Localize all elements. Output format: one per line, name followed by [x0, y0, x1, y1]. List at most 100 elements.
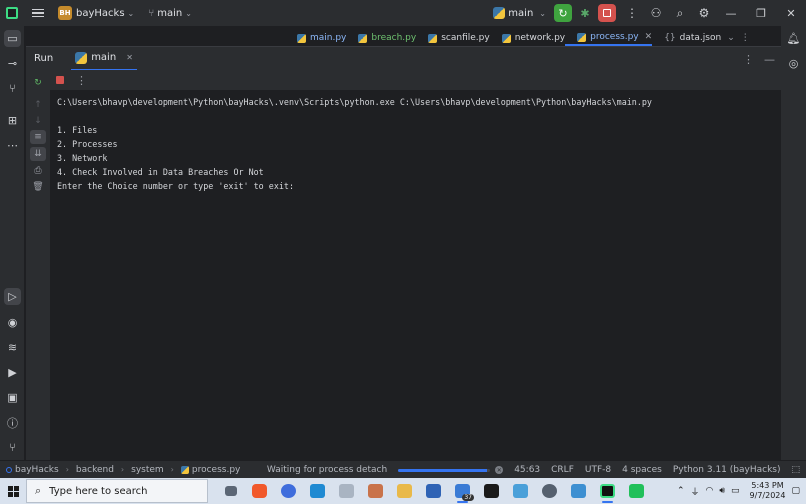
run-toolbar: ⋮: [50, 70, 781, 90]
minimize-window-button[interactable]: —: [716, 7, 746, 20]
python-packages-icon[interactable]: ◉: [4, 314, 21, 331]
cancel-task-icon[interactable]: ✕: [495, 466, 504, 474]
settings-gear-icon[interactable]: [535, 478, 564, 504]
breadcrumb-item[interactable]: bayHacks: [15, 465, 59, 475]
usb-icon[interactable]: ⏚: [690, 485, 699, 498]
remote-app-icon[interactable]: [506, 478, 535, 504]
stop-icon: [603, 9, 611, 17]
notifications-bell-icon[interactable]: 🔔︎: [785, 30, 802, 47]
rerun-icon[interactable]: ↻: [30, 76, 46, 90]
project-badge[interactable]: BH: [58, 6, 72, 20]
console-output[interactable]: C:\Users\bhavp\development\Python\bayHac…: [50, 90, 781, 460]
command-prompt-icon[interactable]: [477, 478, 506, 504]
restore-window-button[interactable]: ❐: [746, 7, 776, 20]
services-icon[interactable]: ▶: [4, 364, 21, 381]
layers-icon[interactable]: ≋: [4, 339, 21, 356]
settings-gear-icon[interactable]: ⚙: [692, 6, 716, 20]
close-window-button[interactable]: ✕: [776, 7, 806, 20]
more-options-icon[interactable]: ⋮: [76, 74, 87, 87]
hide-panel-icon[interactable]: —: [764, 53, 775, 66]
file-explorer-icon[interactable]: [390, 478, 419, 504]
project-folder-icon[interactable]: ▭: [4, 30, 21, 47]
taskbar-search-box[interactable]: ⌕ Type here to search: [26, 479, 208, 503]
python-interpreter[interactable]: Python 3.11 (bayHacks): [673, 465, 781, 475]
stop-process-button[interactable]: [52, 73, 68, 87]
brave-browser-icon[interactable]: [245, 478, 274, 504]
powershell-icon-2[interactable]: [564, 478, 593, 504]
background-task-text[interactable]: Waiting for process detach: [267, 465, 387, 475]
editor-tab-main-py[interactable]: main.py: [285, 30, 346, 46]
breadcrumb-item[interactable]: process.py: [192, 465, 241, 475]
editor-tab-label: network.py: [514, 33, 566, 43]
run-tab-label: main: [91, 52, 117, 63]
project-name[interactable]: bayHacks: [76, 8, 125, 19]
chevron-down-icon[interactable]: ⌄: [128, 9, 135, 18]
problems-icon[interactable]: ⓘ: [4, 414, 21, 431]
git-icon[interactable]: ⑂: [4, 439, 21, 456]
chevron-up-icon[interactable]: ⌃: [677, 486, 685, 496]
caret-position[interactable]: 45:63: [514, 465, 540, 475]
dev-app-icon[interactable]: [622, 478, 651, 504]
rerun-button[interactable]: ↻: [554, 4, 572, 22]
close-tab-icon[interactable]: ✕: [645, 32, 653, 42]
remote-desktop-icon[interactable]: 37: [448, 478, 477, 504]
structure-icon[interactable]: ⊞: [4, 112, 21, 129]
scroll-down-icon[interactable]: ↓: [30, 114, 46, 128]
battery-icon[interactable]: ▭: [731, 486, 740, 496]
pull-requests-icon[interactable]: ⑂: [4, 80, 21, 97]
editor-tab-data-json[interactable]: {} data.json: [652, 30, 721, 46]
editor-tab-process-py[interactable]: process.py ✕: [565, 30, 653, 46]
git-branch-icon[interactable]: ⑂: [148, 8, 154, 19]
commit-icon[interactable]: ⊸: [4, 55, 21, 72]
scroll-to-end-icon[interactable]: ⇊: [30, 147, 46, 161]
arrow-down-icon: ↓: [34, 116, 42, 126]
add-user-icon[interactable]: ⚇: [644, 6, 668, 20]
main-menu-icon[interactable]: [32, 8, 44, 18]
firefox-icon[interactable]: [274, 478, 303, 504]
more-actions-icon[interactable]: ⋮: [620, 6, 644, 20]
breadcrumb-item[interactable]: system: [131, 465, 164, 475]
terminal-icon[interactable]: ▣: [4, 389, 21, 406]
editor-tab-scanfile-py[interactable]: scanfile.py: [416, 30, 490, 46]
task-view-icon[interactable]: [216, 478, 245, 504]
scroll-up-icon[interactable]: ↑: [30, 98, 46, 112]
right-tool-strip: 🔔︎ ◎: [781, 26, 806, 460]
more-options-icon[interactable]: ⋮: [743, 53, 754, 66]
editor-tab-breach-py[interactable]: breach.py: [346, 30, 416, 46]
search-icon[interactable]: ⌕: [668, 6, 692, 21]
file-encoding[interactable]: UTF-8: [585, 465, 611, 475]
powershell-icon[interactable]: [419, 478, 448, 504]
wifi-icon[interactable]: ◠: [706, 486, 714, 496]
read-only-lock-icon[interactable]: ⬚: [791, 465, 800, 475]
chevron-down-icon[interactable]: ⌄: [727, 33, 735, 43]
ai-assistant-icon[interactable]: ◎: [785, 55, 802, 72]
branch-name[interactable]: main: [157, 8, 182, 19]
taskbar-clock[interactable]: 5:43 PM 9/7/2024: [750, 481, 786, 501]
line-ending[interactable]: CRLF: [551, 465, 574, 475]
indent-setting[interactable]: 4 spaces: [622, 465, 662, 475]
run-tab-main[interactable]: main ✕: [71, 47, 137, 71]
close-tab-icon[interactable]: ✕: [126, 53, 133, 62]
vscode-icon[interactable]: [303, 478, 332, 504]
debug-button[interactable]: ✱: [576, 4, 594, 22]
rerun-icon: ↻: [558, 6, 568, 20]
clear-trash-icon[interactable]: 🗑︎: [30, 180, 46, 194]
volume-icon[interactable]: 🔊︎: [719, 486, 725, 496]
editor-tab-network-py[interactable]: network.py: [490, 30, 565, 46]
run-tool-icon[interactable]: ▷: [4, 288, 21, 305]
clipboard-app-icon[interactable]: [361, 478, 390, 504]
notifications-icon[interactable]: ▢: [791, 486, 800, 496]
run-config-label: main: [508, 7, 534, 19]
run-configuration-selector[interactable]: main ⌄: [493, 7, 546, 19]
more-tabs-icon[interactable]: ⋮: [741, 33, 750, 43]
pycharm-icon[interactable]: [593, 478, 622, 504]
stop-button[interactable]: [598, 4, 616, 22]
more-tools-icon[interactable]: ⋯: [4, 137, 21, 154]
file-icon[interactable]: [332, 478, 361, 504]
start-button[interactable]: [0, 478, 26, 504]
print-icon[interactable]: ⎙: [30, 164, 46, 178]
chevron-down-icon[interactable]: ⌄: [185, 9, 192, 18]
breadcrumb-item[interactable]: backend: [76, 465, 114, 475]
soft-wrap-icon[interactable]: ≡: [30, 130, 46, 144]
